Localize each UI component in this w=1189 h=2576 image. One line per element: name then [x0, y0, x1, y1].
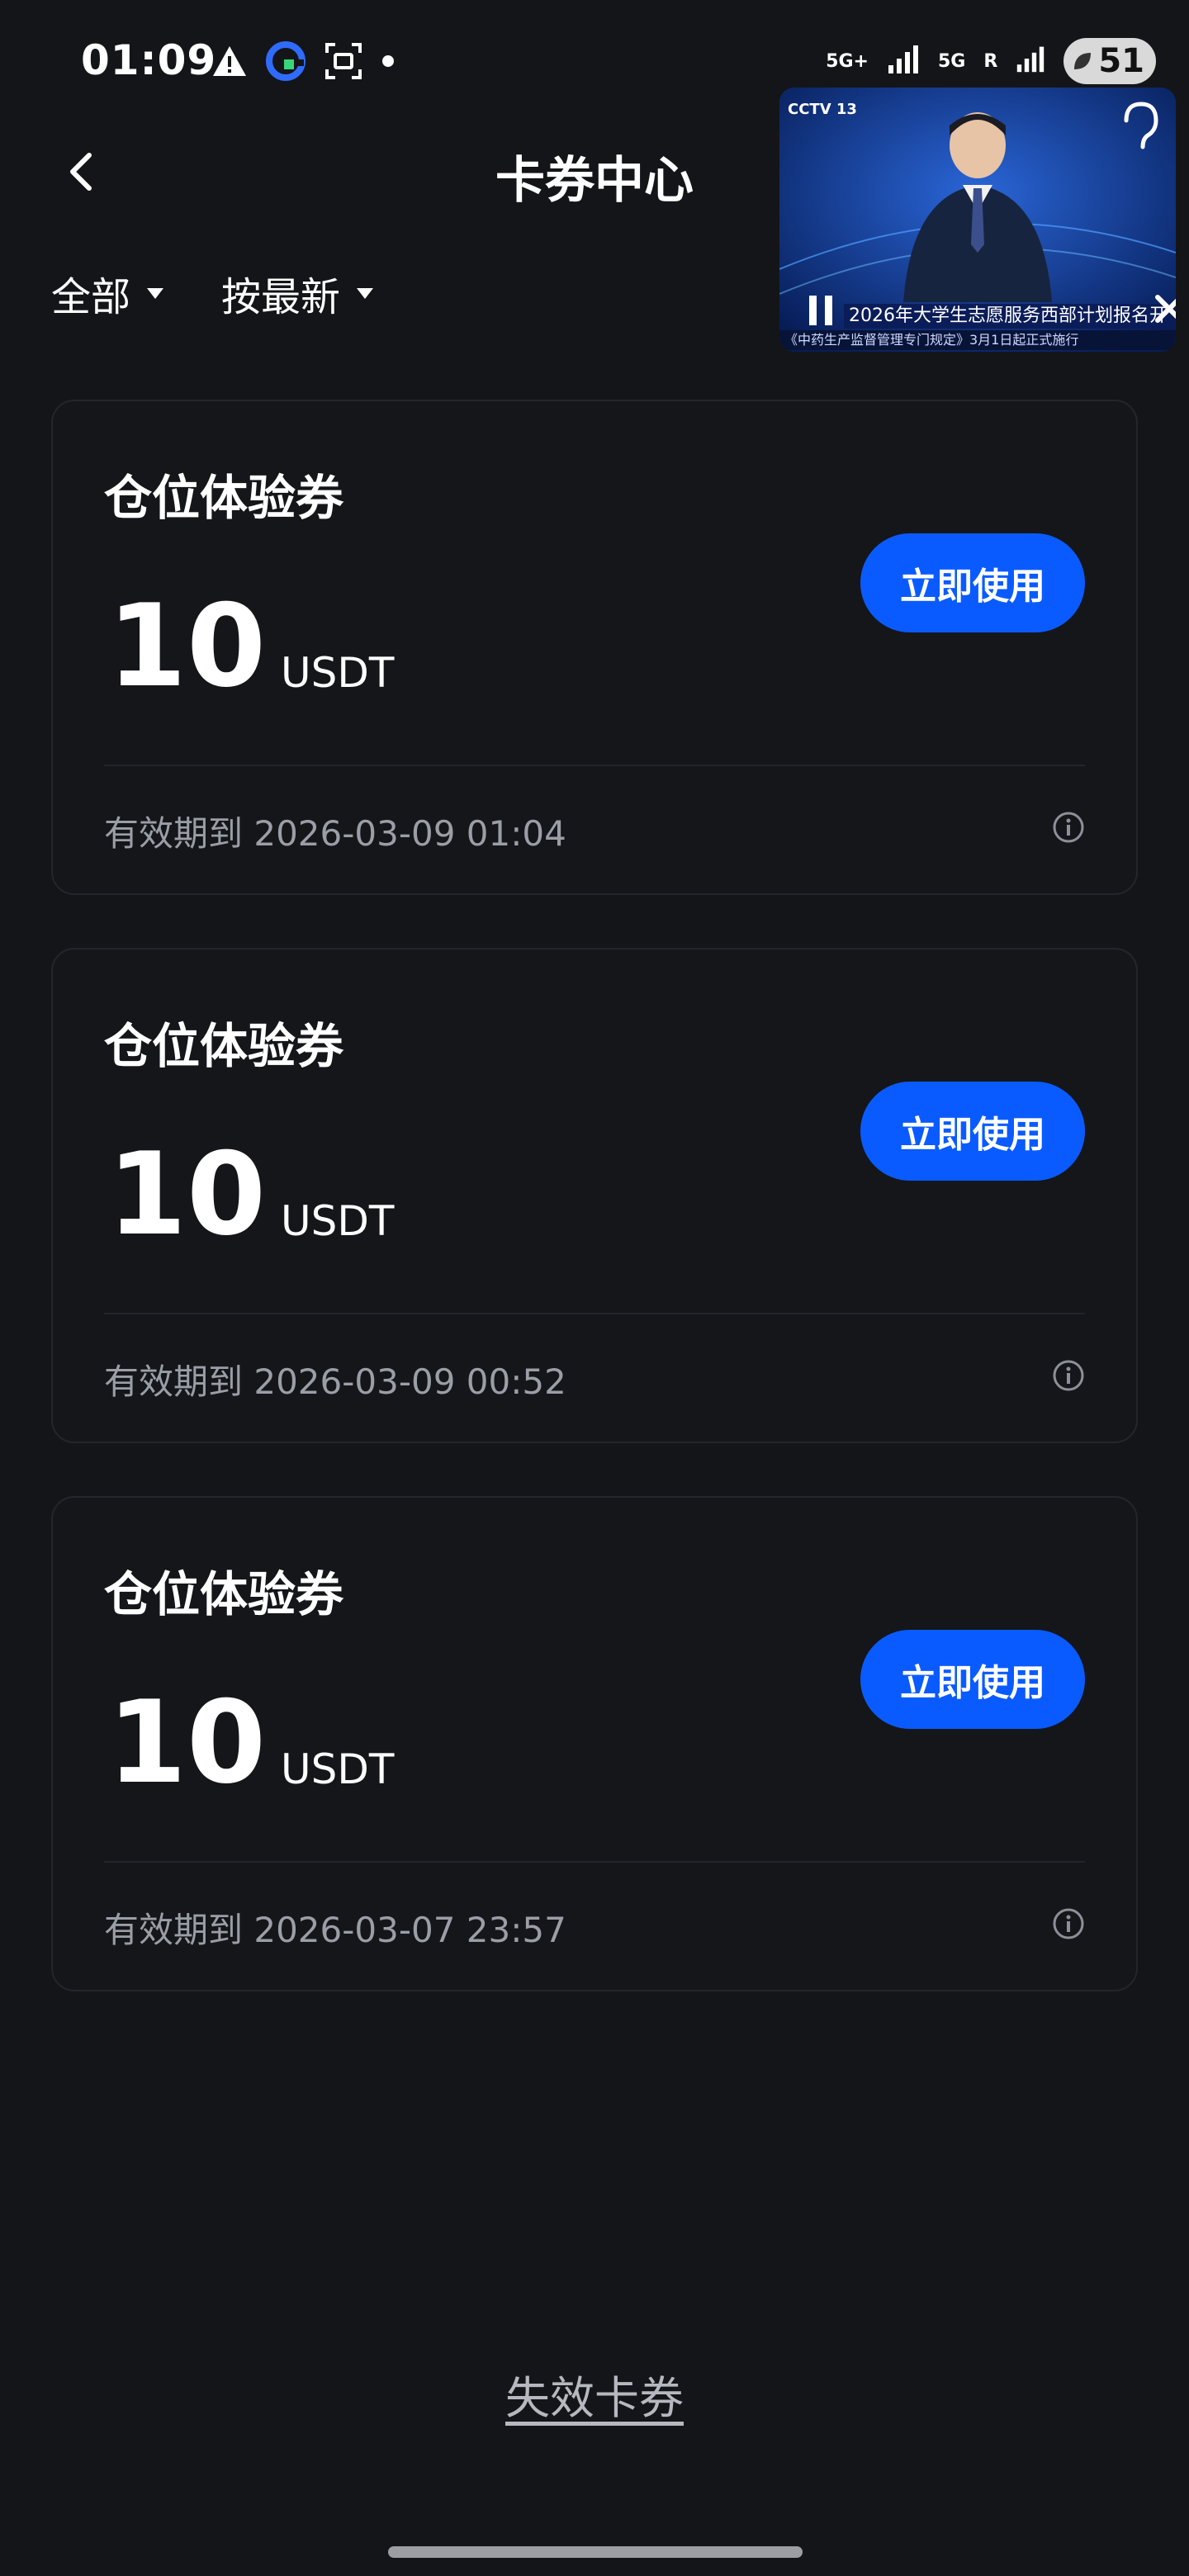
- expired-coupons-link[interactable]: 失效卡券: [0, 2361, 1189, 2427]
- card-divider: [104, 765, 1085, 766]
- network-roaming: R: [983, 50, 998, 72]
- sort-filter-label: 按最新: [221, 274, 341, 320]
- info-icon[interactable]: [1052, 1907, 1085, 1940]
- coupon-expiry: 有效期到 2026-03-07 23:57: [104, 1910, 566, 1950]
- battery-level: 51: [1098, 42, 1144, 80]
- category-filter[interactable]: 全部: [51, 264, 164, 322]
- coupon-amount: 10 USDT: [107, 1686, 394, 1800]
- pip-headline: 2026年大学生志愿服务西部计划报名开: [844, 304, 1176, 329]
- coupon-amount: 10 USDT: [107, 590, 394, 703]
- category-filter-label: 全部: [51, 274, 131, 320]
- status-time: 01:09: [81, 36, 217, 84]
- app-logo-icon: [266, 41, 306, 84]
- screenshot-icon: [324, 41, 363, 84]
- battery-indicator: 51: [1063, 38, 1156, 84]
- signal-icon: [887, 42, 920, 80]
- coupon-amount: 10 USDT: [107, 1138, 394, 1252]
- coupon-card: 仓位体验券 10 USDT 立即使用 有效期到 2026-03-07 23:57: [51, 1496, 1138, 1991]
- pip-video-player[interactable]: CCTV 13 2026年大学生志愿服务西部计划报名开 《中药生产监督管理专门规…: [779, 88, 1176, 352]
- leaf-icon: [1072, 42, 1093, 80]
- coupon-amount-value: 10: [107, 1676, 267, 1809]
- warning-icon: [211, 45, 248, 81]
- filter-bar: 全部 按最新: [51, 264, 374, 322]
- use-now-button[interactable]: 立即使用: [860, 533, 1085, 632]
- coupon-amount-unit: USDT: [281, 1745, 395, 1793]
- card-divider: [104, 1313, 1085, 1314]
- coupon-expiry: 有效期到 2026-03-09 00:52: [104, 1361, 566, 1402]
- home-indicator[interactable]: [388, 2546, 803, 2558]
- network-5g-plus: 5G+: [826, 50, 869, 72]
- coupon-card: 仓位体验券 10 USDT 立即使用 有效期到 2026-03-09 00:52: [51, 948, 1138, 1443]
- use-now-button[interactable]: 立即使用: [860, 1082, 1085, 1181]
- info-icon[interactable]: [1052, 811, 1085, 844]
- coupon-title: 仓位体验券: [104, 1018, 344, 1074]
- coupon-title: 仓位体验券: [104, 470, 344, 526]
- caret-down-icon: [357, 287, 374, 299]
- coupon-expiry: 有效期到 2026-03-09 01:04: [104, 813, 566, 854]
- coupon-card: 仓位体验券 10 USDT 立即使用 有效期到 2026-03-09 01:04: [51, 400, 1138, 895]
- caret-down-icon: [147, 287, 164, 299]
- pip-ticker: 《中药生产监督管理专门规定》3月1日起正式施行: [779, 330, 1176, 350]
- card-divider: [104, 1861, 1085, 1863]
- use-now-button[interactable]: 立即使用: [860, 1630, 1085, 1729]
- coupon-amount-value: 10: [107, 1128, 267, 1261]
- coupon-list: 仓位体验券 10 USDT 立即使用 有效期到 2026-03-09 01:04…: [51, 400, 1138, 2044]
- pip-channel-logo: CCTV 13: [788, 101, 857, 118]
- network-5g: 5G: [938, 50, 966, 72]
- coupon-amount-unit: USDT: [281, 649, 395, 697]
- signal-icon-2: [1016, 42, 1045, 80]
- status-right: 5G+ 5G R 51: [826, 38, 1156, 84]
- info-icon[interactable]: [1052, 1359, 1085, 1392]
- sort-filter[interactable]: 按最新: [221, 264, 374, 322]
- coupon-amount-value: 10: [107, 580, 267, 713]
- dot-icon: [381, 54, 395, 71]
- status-left-icons: [211, 41, 395, 84]
- coupon-amount-unit: USDT: [281, 1197, 395, 1245]
- coupon-title: 仓位体验券: [104, 1566, 344, 1622]
